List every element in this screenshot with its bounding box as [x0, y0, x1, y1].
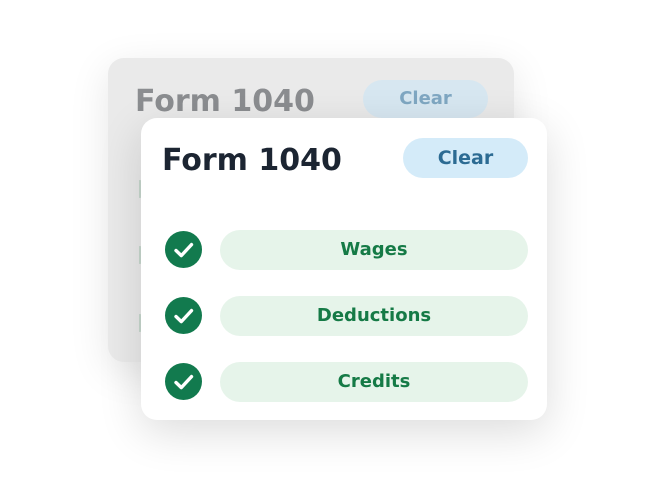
list-item-deductions[interactable]: Deductions	[165, 296, 528, 336]
background-clear-button[interactable]: Clear	[363, 80, 488, 118]
list-item-wages[interactable]: Wages	[165, 230, 528, 270]
check-circle-icon[interactable]	[165, 363, 202, 400]
item-label-wages[interactable]: Wages	[220, 230, 528, 270]
item-label-credits[interactable]: Credits	[220, 362, 528, 402]
check-circle-icon[interactable]	[165, 231, 202, 268]
clear-button[interactable]: Clear	[403, 138, 528, 178]
form-card: Form 1040 Clear Wages Deductions Credits	[141, 118, 547, 420]
card-title: Form 1040	[162, 143, 342, 178]
background-card-title: Form 1040	[135, 84, 315, 119]
check-circle-icon[interactable]	[165, 297, 202, 334]
item-label-deductions[interactable]: Deductions	[220, 296, 528, 336]
list-item-credits[interactable]: Credits	[165, 362, 528, 402]
